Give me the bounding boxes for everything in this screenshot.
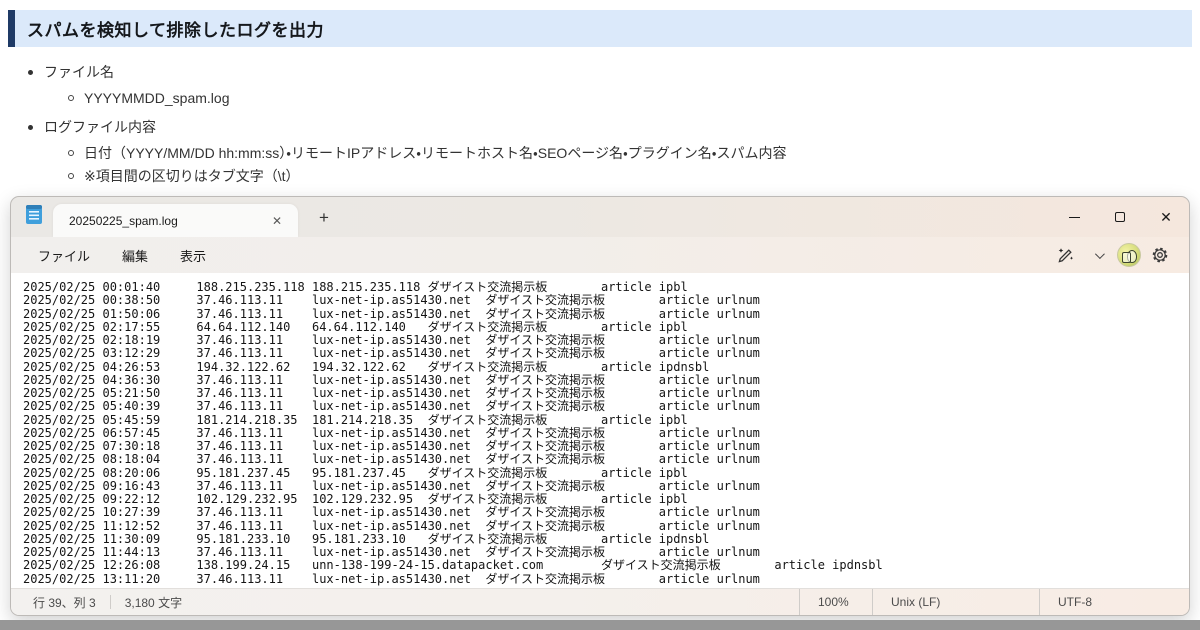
- status-divider: [110, 595, 111, 609]
- bullet-circle-icon: [68, 150, 74, 156]
- background-strip: [0, 620, 1200, 630]
- bullet-disc-icon: [28, 70, 33, 75]
- file-tab[interactable]: 20250225_spam.log ✕: [53, 204, 298, 237]
- tab-close-icon[interactable]: ✕: [266, 212, 288, 230]
- tab-separator-note: ※項目間の区切りはタブ文字（\t）: [84, 166, 300, 186]
- file-tab-title: 20250225_spam.log: [69, 214, 266, 228]
- window-titlebar[interactable]: 20250225_spam.log ✕ + ✕: [11, 197, 1189, 237]
- settings-gear-icon[interactable]: [1147, 242, 1173, 268]
- ai-rewrite-pen-icon[interactable]: [1053, 242, 1079, 268]
- zoom-level: 100%: [818, 595, 849, 609]
- new-tab-button[interactable]: +: [308, 203, 340, 233]
- notepad-icon: [25, 203, 43, 230]
- status-bar: 行 39、列 3 3,180 文字 100% Unix (LF) UTF-8: [11, 588, 1189, 615]
- log-content-label: ログファイル内容: [44, 117, 156, 137]
- filename-label: ファイル名: [44, 62, 114, 82]
- account-avatar[interactable]: [1117, 243, 1141, 267]
- chevron-down-icon[interactable]: [1085, 242, 1111, 268]
- menu-view[interactable]: 表示: [167, 240, 219, 271]
- bullet-circle-icon: [68, 173, 74, 179]
- list-item-filename: ファイル名 YYYYMMDD_spam.log: [28, 61, 1200, 108]
- line-ending-type: Unix (LF): [891, 595, 940, 609]
- editor-area[interactable]: 2025/02/25 00:01:40 188.215.235.118 188.…: [11, 273, 1189, 588]
- cursor-position: 行 39、列 3: [33, 594, 96, 611]
- char-count: 3,180 文字: [125, 594, 182, 611]
- page-heading-text: スパムを検知して排除したログを出力: [27, 16, 324, 41]
- menu-edit[interactable]: 編集: [109, 240, 161, 271]
- minimize-button[interactable]: [1051, 197, 1097, 237]
- notes-list: ファイル名 YYYYMMDD_spam.log ログファイル内容 日付（YYYY…: [28, 61, 1200, 186]
- notepad-window: 20250225_spam.log ✕ + ✕ ファイル 編集 表示: [10, 196, 1190, 616]
- menu-bar: ファイル 編集 表示: [11, 237, 1189, 273]
- log-fields-description: 日付（YYYY/MM/DD hh:mm:ss）・リモートIPアドレス・リモートホ…: [84, 143, 787, 163]
- menu-file[interactable]: ファイル: [25, 240, 103, 271]
- log-text: 2025/02/25 00:01:40 188.215.235.118 188.…: [11, 273, 1189, 586]
- filename-pattern: YYYYMMDD_spam.log: [84, 90, 230, 106]
- maximize-icon: [1115, 212, 1125, 222]
- page-heading: スパムを検知して排除したログを出力: [8, 10, 1192, 47]
- minimize-icon: [1069, 217, 1080, 218]
- close-icon: ✕: [1160, 210, 1172, 224]
- list-item-log-content: ログファイル内容 日付（YYYY/MM/DD hh:mm:ss）・リモートIPア…: [28, 116, 1200, 186]
- bullet-disc-icon: [28, 125, 33, 130]
- close-button[interactable]: ✕: [1143, 197, 1189, 237]
- encoding: UTF-8: [1058, 595, 1092, 609]
- maximize-button[interactable]: [1097, 197, 1143, 237]
- bullet-circle-icon: [68, 95, 74, 101]
